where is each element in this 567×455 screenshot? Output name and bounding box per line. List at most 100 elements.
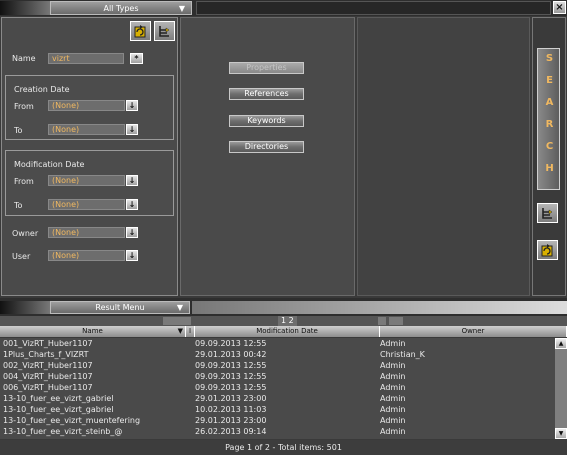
modification-to-select[interactable]: (None) xyxy=(48,199,125,210)
properties-button[interactable]: Properties xyxy=(229,62,304,74)
modification-from-select[interactable]: (None) xyxy=(48,175,125,186)
user-dropdown-icon[interactable]: ↓ xyxy=(126,250,138,261)
result-menu-dropdown[interactable]: Result Menu ▼ xyxy=(0,301,190,314)
wildcard-button[interactable]: * xyxy=(130,53,143,64)
row-owner: Admin xyxy=(380,361,406,370)
top-empty-bar xyxy=(196,1,551,15)
type-filter-label: All Types xyxy=(103,3,139,13)
row-name: 13-10_fuer_ee_vizrt_muentefering xyxy=(3,416,141,425)
creation-date-title: Creation Date xyxy=(14,85,70,94)
row-date: 10.02.2013 11:03 xyxy=(195,405,267,414)
search-letter: A xyxy=(545,97,554,108)
row-owner: Admin xyxy=(380,339,406,348)
owner-label: Owner xyxy=(12,229,39,238)
filter-detail-panel xyxy=(357,17,530,296)
result-toolbar-gradient xyxy=(192,301,567,314)
dropdown-gradient xyxy=(0,1,50,15)
results-table-header: Name ▼ I Modification Date Owner xyxy=(0,326,567,337)
search-button[interactable]: S E A R C H xyxy=(537,48,560,190)
row-owner: Admin xyxy=(380,405,406,414)
page-numbers[interactable]: 1 2 xyxy=(278,316,297,326)
column-flag[interactable]: I xyxy=(186,326,195,337)
owner-select[interactable]: (None) xyxy=(48,227,125,238)
row-owner: Admin xyxy=(380,372,406,381)
creation-to-select[interactable]: (None) xyxy=(48,124,125,135)
user-label: User xyxy=(12,252,31,261)
results-status: Page 1 of 2 - Total items: 501 xyxy=(0,440,567,455)
table-row[interactable]: 13-10_fuer_ee_vizrt_muentefering 29.01.20… xyxy=(0,415,555,426)
scroll-up-icon[interactable]: ▲ xyxy=(555,338,567,349)
row-name: 006_VizRT_Huber1107 xyxy=(3,383,93,392)
tree-view-button[interactable] xyxy=(154,21,175,41)
row-name: 13-10_fuer_ee_vizrt_gabriel xyxy=(3,405,114,414)
user-select[interactable]: (None) xyxy=(48,250,125,261)
search-letter: S xyxy=(545,53,554,64)
table-row[interactable]: 13-10_fuer_ee_vizrt_steinb_@ 26.02.2013 0… xyxy=(0,426,555,437)
row-date: 09.09.2013 12:55 xyxy=(195,339,267,348)
modification-from-label: From xyxy=(14,177,34,186)
row-name: 004_VizRT_Huber1107 xyxy=(3,372,93,381)
modification-from-dropdown-icon[interactable]: ↓ xyxy=(126,175,138,186)
directories-button[interactable]: Directories xyxy=(229,141,304,153)
row-date: 09.09.2013 12:55 xyxy=(195,361,267,370)
creation-from-select[interactable]: (None) xyxy=(48,100,125,111)
creation-to-dropdown-icon[interactable]: ↓ xyxy=(126,124,138,135)
column-name[interactable]: Name ▼ xyxy=(0,326,186,337)
tree-icon xyxy=(159,25,170,37)
pager-last-block[interactable] xyxy=(389,317,403,325)
row-name: 13-10_fuer_ee_vizrt_steinb_@ xyxy=(3,427,123,436)
table-row[interactable]: 006_VizRT_Huber1107 09.09.2013 12:55 Admin xyxy=(0,382,555,393)
creation-from-label: From xyxy=(14,102,34,111)
search-side-panel: S E A R C H xyxy=(532,17,566,296)
refresh-icon xyxy=(541,243,553,256)
search-criteria-panel: Name vizrt * Creation Date From (None) ↓… xyxy=(1,17,178,296)
row-owner: Admin xyxy=(380,394,406,403)
hierarchy-button[interactable] xyxy=(537,203,558,223)
row-date: 09.09.2013 12:55 xyxy=(195,372,267,381)
refresh-icon xyxy=(134,24,146,37)
search-letter: H xyxy=(545,163,554,174)
creation-date-group: Creation Date From (None) ↓ To (None) ↓ xyxy=(5,75,174,140)
row-date: 29.01.2013 23:00 xyxy=(195,416,267,425)
type-filter-dropdown[interactable]: All Types ▼ xyxy=(0,1,192,15)
table-row[interactable]: 1Plus_Charts_f_VIZRT 29.01.2013 00:42 Chri… xyxy=(0,349,555,360)
table-row[interactable]: 002_VizRT_Huber1107 09.09.2013 12:55 Admin xyxy=(0,360,555,371)
column-modification-date[interactable]: Modification Date xyxy=(195,326,380,337)
table-row[interactable]: 13-10_fuer_ee_vizrt_gabriel 10.02.2013 11… xyxy=(0,404,555,415)
row-date: 09.09.2013 12:55 xyxy=(195,383,267,392)
results-table-body: 001_VizRT_Huber1107 09.09.2013 12:55 Admin… xyxy=(0,338,555,439)
creation-to-label: To xyxy=(14,126,23,135)
column-owner[interactable]: Owner xyxy=(380,326,567,337)
refresh-side-button[interactable] xyxy=(537,240,558,260)
modification-to-dropdown-icon[interactable]: ↓ xyxy=(126,199,138,210)
result-menu-label: Result Menu xyxy=(95,303,145,312)
scroll-down-icon[interactable]: ▼ xyxy=(555,428,567,439)
table-row[interactable]: 004_VizRT_Huber1107 09.09.2013 12:55 Admin xyxy=(0,371,555,382)
row-date: 29.01.2013 23:00 xyxy=(195,394,267,403)
chevron-down-icon: ▼ xyxy=(178,4,185,13)
pager-next-block[interactable] xyxy=(378,317,386,325)
row-name: 1Plus_Charts_f_VIZRT xyxy=(3,350,89,359)
modification-date-group: Modification Date From (None) ↓ To (None… xyxy=(5,150,174,216)
chevron-down-icon: ▼ xyxy=(176,303,183,312)
row-name: 002_VizRT_Huber1107 xyxy=(3,361,93,370)
filter-buttons-panel: Properties References Keywords Directori… xyxy=(180,17,355,296)
references-button[interactable]: References xyxy=(229,88,304,100)
row-date: 29.01.2013 00:42 xyxy=(195,350,267,359)
row-owner: Admin xyxy=(380,427,406,436)
keywords-button[interactable]: Keywords xyxy=(229,115,304,127)
pager-prev-block[interactable] xyxy=(163,317,191,325)
owner-dropdown-icon[interactable]: ↓ xyxy=(126,227,138,238)
results-scrollbar[interactable]: ▲ ▼ xyxy=(555,338,567,439)
name-input[interactable]: vizrt xyxy=(48,53,124,64)
creation-from-dropdown-icon[interactable]: ↓ xyxy=(126,100,138,111)
table-row[interactable]: 001_VizRT_Huber1107 09.09.2013 12:55 Admin xyxy=(0,338,555,349)
sort-down-icon: ▼ xyxy=(177,327,183,335)
dropdown-gradient xyxy=(0,301,50,314)
refresh-button[interactable] xyxy=(130,21,151,41)
table-row[interactable]: 13-10_fuer_ee_vizrt_gabriel 29.01.2013 23… xyxy=(0,393,555,404)
row-owner: Admin xyxy=(380,416,406,425)
close-button[interactable]: × xyxy=(553,1,566,14)
search-letter: R xyxy=(545,119,554,130)
row-name: 13-10_fuer_ee_vizrt_gabriel xyxy=(3,394,114,403)
